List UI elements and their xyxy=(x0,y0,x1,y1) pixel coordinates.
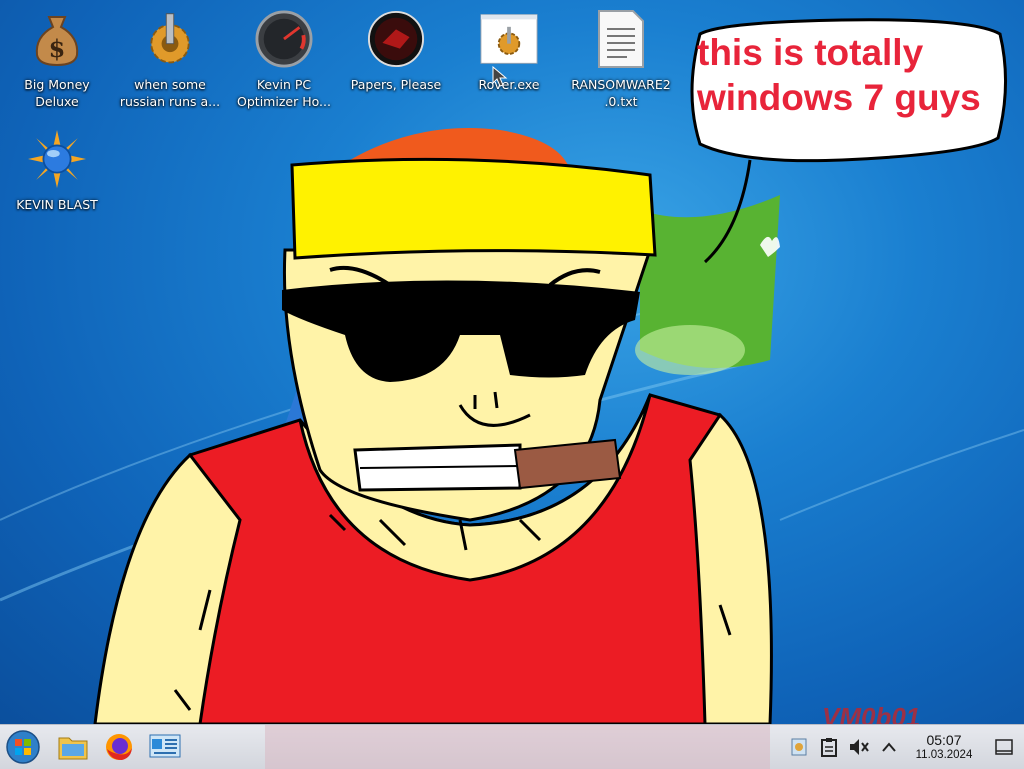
svg-text:$: $ xyxy=(49,34,66,63)
desktop-icon-label: Rover.exe xyxy=(478,77,540,92)
desktop-icon-kevin-pc-optimizer[interactable]: Kevin PC Optimizer Ho... xyxy=(232,10,336,110)
gear-icon xyxy=(141,10,199,68)
tray-app-button[interactable] xyxy=(784,725,814,769)
clock-time: 05:07 xyxy=(926,732,962,748)
start-button[interactable] xyxy=(0,725,46,769)
show-desktop-button[interactable] xyxy=(984,725,1024,769)
gear-icon xyxy=(480,10,538,68)
clipboard-button[interactable] xyxy=(814,725,844,769)
mouse-cursor-icon xyxy=(492,66,508,87)
desktop-icon-label: when some russian runs a... xyxy=(119,77,221,109)
desktop-icon-russian[interactable]: when some russian runs a... xyxy=(118,10,222,110)
taskbar-wallpaper-tint xyxy=(265,725,770,769)
desktop-icon-label: RANSOMWARE2 .0.txt xyxy=(571,77,671,109)
file-manager-icon xyxy=(58,737,88,760)
chevron-up-icon xyxy=(882,742,896,752)
text-file-icon xyxy=(592,10,650,68)
firefox-icon xyxy=(106,734,132,760)
start-orb-icon xyxy=(6,730,40,764)
taskbar-clock[interactable]: 05:07 11.03.2024 xyxy=(904,732,984,762)
watermark-text: VM0b01 xyxy=(822,702,921,724)
desktop-icon-label: KEVIN BLAST xyxy=(16,197,98,212)
speedometer-icon xyxy=(255,10,313,68)
taskbar: 05:07 11.03.2024 xyxy=(0,724,1024,769)
desktop-icon-kevin-blast[interactable]: KEVIN BLAST xyxy=(5,130,109,213)
desktop-icon-label: Papers, Please xyxy=(350,77,442,92)
desktop-icon-big-money-deluxe[interactable]: $ Big Money Deluxe xyxy=(5,10,109,110)
show-desktop-icon xyxy=(995,739,1013,755)
taskbar-firefox[interactable] xyxy=(96,725,142,769)
desktop-icon-ransomware-txt[interactable]: RANSOMWARE2 .0.txt xyxy=(569,10,673,110)
desktop-icon-label: Big Money Deluxe xyxy=(24,77,90,109)
control-panel-icon xyxy=(149,734,181,758)
desktop[interactable]: this is totally windows 7 guys $ Big Mon… xyxy=(0,0,1024,724)
speech-bubble-text: this is totally windows 7 guys xyxy=(697,32,981,118)
system-tray: 05:07 11.03.2024 xyxy=(784,725,1024,769)
clock-date: 11.03.2024 xyxy=(915,749,973,761)
volume-muted-icon xyxy=(850,739,869,755)
tray-app-icon xyxy=(791,738,807,756)
show-hidden-icons-button[interactable] xyxy=(874,725,904,769)
clipboard-icon xyxy=(821,738,837,757)
desktop-icon-rover-exe[interactable]: Rover.exe xyxy=(457,10,561,93)
taskbar-file-manager[interactable] xyxy=(50,725,96,769)
volume-button[interactable] xyxy=(844,725,874,769)
red-emblem-icon xyxy=(367,10,425,68)
desktop-icon-papers-please[interactable]: Papers, Please xyxy=(344,10,448,93)
desktop-icon-label: Kevin PC Optimizer Ho... xyxy=(237,77,331,109)
taskbar-control-panel[interactable] xyxy=(142,725,188,769)
money-bag-icon: $ xyxy=(28,10,86,68)
sun-globe-icon xyxy=(28,130,86,188)
